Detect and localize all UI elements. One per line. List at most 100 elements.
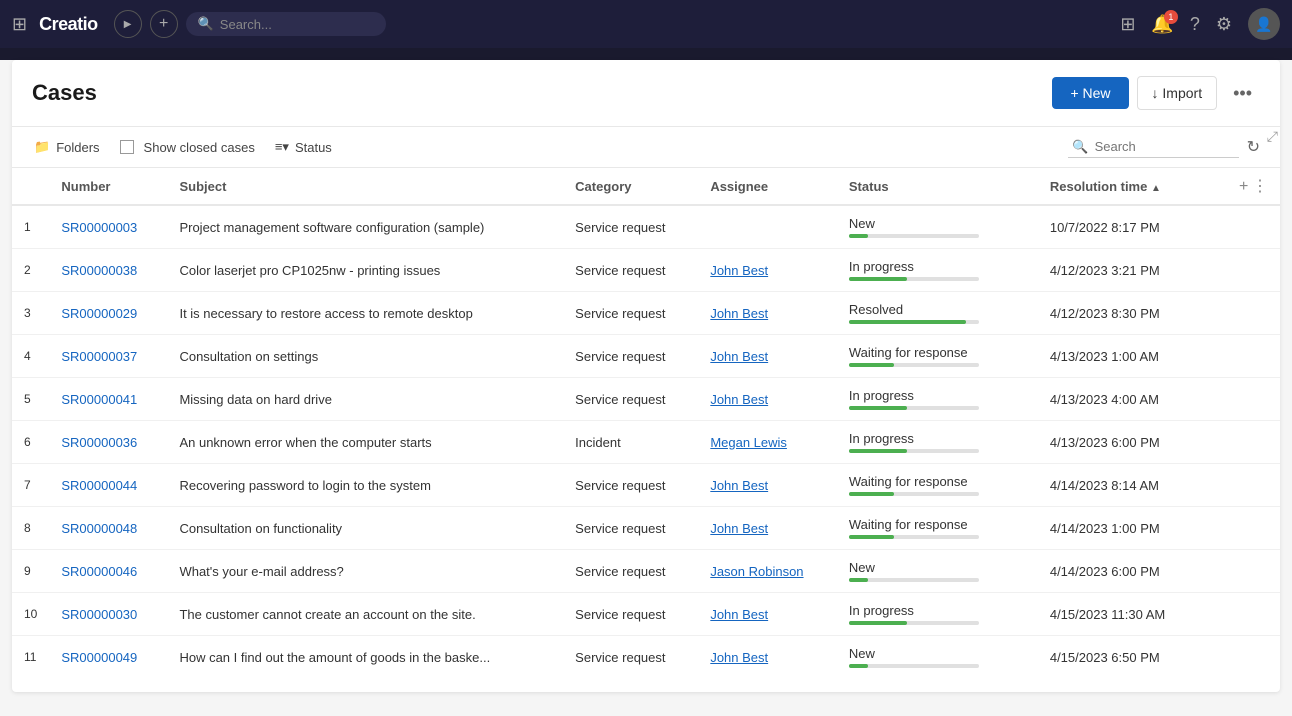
cell-number[interactable]: SR00000030 xyxy=(49,593,167,636)
assignee-link[interactable]: John Best xyxy=(710,392,768,407)
show-closed-button[interactable]: Show closed cases xyxy=(118,136,257,159)
col-category[interactable]: Category xyxy=(563,168,698,205)
cell-subject: Project management software configuratio… xyxy=(167,205,563,249)
status-progress-fill xyxy=(849,363,895,367)
notification-icon[interactable]: 🔔 1 xyxy=(1151,14,1173,35)
more-options-button[interactable]: ••• xyxy=(1225,79,1260,108)
status-progress-bar xyxy=(849,664,979,668)
status-progress-bar xyxy=(849,449,979,453)
status-progress-fill xyxy=(849,535,895,539)
column-options-button[interactable]: ⋮ xyxy=(1252,176,1268,196)
cases-toolbar: 📁 Folders Show closed cases ≡▾ Status 🔍 … xyxy=(12,127,1280,168)
case-number-link[interactable]: SR00000030 xyxy=(61,607,137,622)
apps-icon[interactable]: ⊞ xyxy=(1120,14,1135,35)
page-title: Cases xyxy=(32,80,97,106)
closed-checkbox[interactable] xyxy=(120,140,134,154)
play-button[interactable]: ▶ xyxy=(114,10,142,38)
col-status[interactable]: Status xyxy=(837,168,1038,205)
cell-category: Service request xyxy=(563,335,698,378)
cell-index: 6 xyxy=(12,421,49,464)
assignee-link[interactable]: John Best xyxy=(710,521,768,536)
status-filter-button[interactable]: ≡▾ Status xyxy=(273,135,334,159)
col-resolution-time[interactable]: Resolution time ▲ xyxy=(1038,168,1227,205)
search-input[interactable] xyxy=(220,17,374,32)
cell-index: 4 xyxy=(12,335,49,378)
cell-status: Waiting for response xyxy=(837,464,1038,507)
case-number-link[interactable]: SR00000044 xyxy=(61,478,137,493)
case-number-link[interactable]: SR00000036 xyxy=(61,435,137,450)
case-number-link[interactable]: SR00000029 xyxy=(61,306,137,321)
cell-number[interactable]: SR00000041 xyxy=(49,378,167,421)
cell-number[interactable]: SR00000037 xyxy=(49,335,167,378)
cell-resolution-time: 4/15/2023 11:30 AM xyxy=(1038,593,1227,636)
table-search[interactable]: 🔍 xyxy=(1068,137,1238,158)
top-navigation: ⊞ Creatio ▶ + 🔍 ⊞ 🔔 1 ? ⚙ 👤 xyxy=(0,0,1292,48)
grid-icon[interactable]: ⊞ xyxy=(12,14,27,35)
cell-assignee[interactable]: John Best xyxy=(698,593,837,636)
add-button[interactable]: + xyxy=(150,10,178,38)
assignee-link[interactable]: John Best xyxy=(710,478,768,493)
cell-category: Service request xyxy=(563,292,698,335)
case-number-link[interactable]: SR00000041 xyxy=(61,392,137,407)
cell-assignee[interactable]: John Best xyxy=(698,464,837,507)
cell-assignee[interactable]: John Best xyxy=(698,378,837,421)
cell-assignee[interactable]: John Best xyxy=(698,636,837,671)
new-button[interactable]: + New xyxy=(1052,77,1128,109)
assignee-link[interactable]: John Best xyxy=(710,306,768,321)
cell-number[interactable]: SR00000038 xyxy=(49,249,167,292)
col-subject[interactable]: Subject xyxy=(167,168,563,205)
cell-number[interactable]: SR00000003 xyxy=(49,205,167,249)
assignee-link[interactable]: Jason Robinson xyxy=(710,564,803,579)
global-search[interactable]: 🔍 xyxy=(186,12,386,36)
status-progress-fill xyxy=(849,234,869,238)
case-number-link[interactable]: SR00000048 xyxy=(61,521,137,536)
assignee-link[interactable]: John Best xyxy=(710,349,768,364)
status-progress-fill xyxy=(849,320,966,324)
case-number-link[interactable]: SR00000038 xyxy=(61,263,137,278)
cell-actions xyxy=(1227,205,1280,249)
cell-assignee[interactable]: Megan Lewis xyxy=(698,421,837,464)
case-number-link[interactable]: SR00000046 xyxy=(61,564,137,579)
cell-number[interactable]: SR00000049 xyxy=(49,636,167,671)
folders-button[interactable]: 📁 Folders xyxy=(32,135,102,159)
table-row: 1SR00000003Project management software c… xyxy=(12,205,1280,249)
col-assignee[interactable]: Assignee xyxy=(698,168,837,205)
cell-actions xyxy=(1227,507,1280,550)
table-search-input[interactable] xyxy=(1095,139,1235,154)
refresh-button[interactable]: ↻ xyxy=(1247,137,1260,157)
cell-status: In progress xyxy=(837,421,1038,464)
cell-number[interactable]: SR00000029 xyxy=(49,292,167,335)
add-column-button[interactable]: + xyxy=(1239,178,1248,196)
assignee-link[interactable]: John Best xyxy=(710,263,768,278)
help-icon[interactable]: ? xyxy=(1190,14,1200,35)
import-button[interactable]: ↓ Import xyxy=(1137,76,1218,110)
cell-number[interactable]: SR00000046 xyxy=(49,550,167,593)
case-number-link[interactable]: SR00000037 xyxy=(61,349,137,364)
cell-number[interactable]: SR00000044 xyxy=(49,464,167,507)
cell-assignee[interactable]: John Best xyxy=(698,249,837,292)
cell-number[interactable]: SR00000048 xyxy=(49,507,167,550)
table-header-row: Number Subject Category Assignee Status … xyxy=(12,168,1280,205)
cases-table: Number Subject Category Assignee Status … xyxy=(12,168,1280,670)
cell-status: Resolved xyxy=(837,292,1038,335)
table-row: 8SR00000048Consultation on functionality… xyxy=(12,507,1280,550)
cell-assignee[interactable]: John Best xyxy=(698,507,837,550)
cell-category: Service request xyxy=(563,636,698,671)
case-number-link[interactable]: SR00000003 xyxy=(61,220,137,235)
cell-assignee[interactable]: Jason Robinson xyxy=(698,550,837,593)
assignee-link[interactable]: John Best xyxy=(710,607,768,622)
cell-number[interactable]: SR00000036 xyxy=(49,421,167,464)
settings-icon[interactable]: ⚙ xyxy=(1216,14,1232,35)
cell-assignee[interactable]: John Best xyxy=(698,335,837,378)
cell-actions xyxy=(1227,378,1280,421)
cell-status: New xyxy=(837,205,1038,249)
assignee-link[interactable]: Megan Lewis xyxy=(710,435,787,450)
col-number[interactable]: Number xyxy=(49,168,167,205)
user-avatar[interactable]: 👤 xyxy=(1248,8,1280,40)
case-number-link[interactable]: SR00000049 xyxy=(61,650,137,665)
status-progress-bar xyxy=(849,234,979,238)
assignee-link[interactable]: John Best xyxy=(710,650,768,665)
resize-icon[interactable]: ⤢ xyxy=(1267,128,1278,145)
cell-assignee[interactable]: John Best xyxy=(698,292,837,335)
cell-index: 8 xyxy=(12,507,49,550)
